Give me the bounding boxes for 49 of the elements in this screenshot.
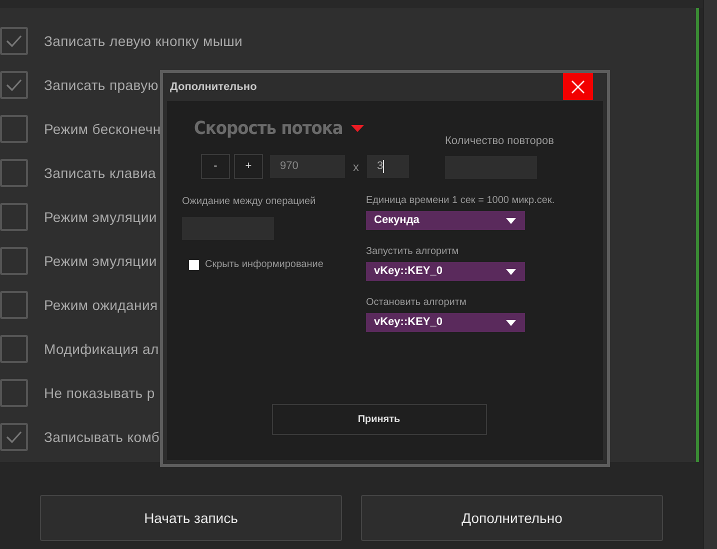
option-label: Записать клавиа: [44, 164, 156, 182]
decrease-button[interactable]: -: [201, 154, 230, 179]
caret-icon: [506, 320, 516, 326]
checkbox-label: Скрыть информирование: [205, 258, 324, 272]
action-button[interactable]: Начать запись: [40, 495, 342, 541]
caret-icon: [506, 218, 516, 224]
select-label: Запустить алгоритм: [366, 245, 460, 259]
speed-field[interactable]: 970: [270, 155, 345, 178]
dropdown-arrow-icon[interactable]: [350, 125, 364, 132]
option-label: Записать правую: [44, 76, 159, 95]
checkbox[interactable]: [0, 115, 28, 143]
dialog-title: Дополнительно: [170, 80, 257, 95]
dropdown[interactable]: vKey::KEY_0: [366, 313, 525, 332]
check-icon: [6, 431, 22, 443]
checkbox[interactable]: [0, 423, 28, 451]
caret-icon: [506, 268, 516, 274]
close-button[interactable]: [563, 73, 593, 100]
checkbox[interactable]: [0, 71, 28, 99]
option-label: Режим эмуляции: [44, 208, 157, 227]
checkbox[interactable]: [0, 247, 28, 275]
select-label: Остановить алгоритм: [366, 296, 468, 310]
repeats-label: Количество повторов: [445, 134, 554, 149]
option-label: Записывать комб: [44, 428, 160, 446]
option-label: Модификация ал: [44, 340, 159, 359]
speed-title: Скорость потока: [194, 117, 343, 141]
times-sign: x: [353, 158, 359, 176]
multiplier-field[interactable]: 3: [367, 155, 409, 178]
increase-button[interactable]: +: [234, 154, 263, 179]
checkbox[interactable]: [0, 159, 28, 187]
option-label: Режим бесконечн: [44, 120, 161, 138]
checkbox[interactable]: [0, 291, 28, 319]
checkbox[interactable]: [189, 260, 199, 270]
dropdown[interactable]: Секунда: [366, 211, 525, 230]
accept-button[interactable]: Принять: [272, 404, 486, 435]
option-label: Не показывать р: [44, 384, 155, 403]
check-icon: [6, 79, 22, 91]
checkbox[interactable]: [0, 335, 28, 363]
action-button[interactable]: Дополнительно: [361, 495, 663, 541]
close-icon: [571, 80, 585, 94]
wait-label: Ожидание между операцией: [182, 195, 317, 209]
select-label: Единица времени 1 сек = 1000 микр.сек.: [366, 194, 555, 208]
checkbox[interactable]: [0, 203, 28, 231]
option-label: Режим ожидания: [44, 296, 158, 315]
checkbox[interactable]: [0, 379, 28, 407]
option-label: Записать левую кнопку мыши: [44, 32, 243, 51]
check-icon: [6, 35, 22, 47]
checkbox[interactable]: [0, 27, 28, 55]
dropdown[interactable]: vKey::KEY_0: [366, 262, 525, 281]
option-label: Режим эмуляции: [44, 252, 157, 271]
